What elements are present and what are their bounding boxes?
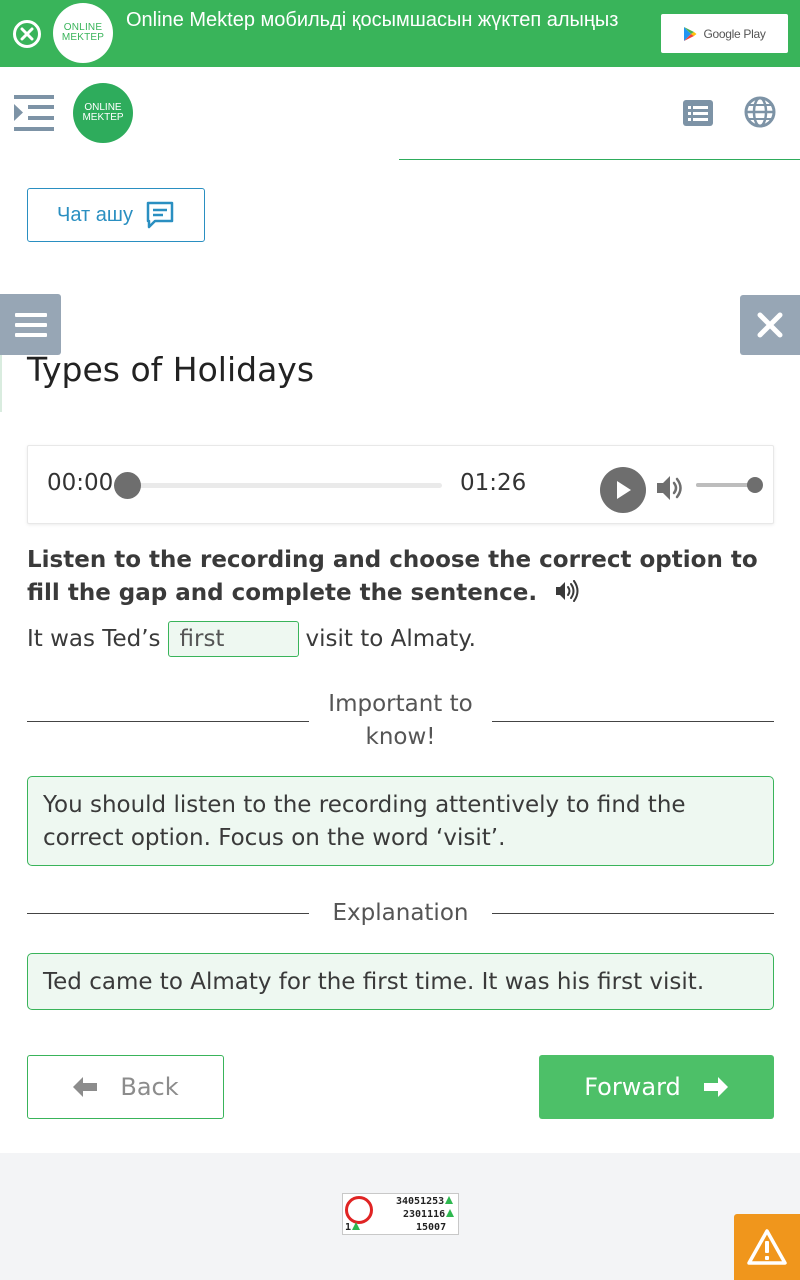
volume-track[interactable] xyxy=(696,483,754,487)
contents-list-button[interactable] xyxy=(682,97,714,129)
list-icon xyxy=(683,100,713,126)
volume-level xyxy=(696,483,754,487)
audio-player: 00:00 01:26 xyxy=(27,445,774,524)
sentence-before: It was Ted’s xyxy=(27,626,161,652)
divider-line-right xyxy=(492,721,774,722)
back-label: Back xyxy=(120,1073,179,1101)
up-triangle-icon xyxy=(446,1209,455,1217)
audio-progress-thumb[interactable] xyxy=(114,472,141,499)
arrow-left-icon xyxy=(73,1077,98,1097)
open-chat-button[interactable]: Чат ашу xyxy=(27,188,205,242)
counter-ring-icon xyxy=(345,1196,373,1224)
chat-icon xyxy=(146,201,174,229)
banner-text: Online Mektep мобильді қосымшасын жүктеп… xyxy=(126,9,619,31)
gap-answer-field[interactable]: first xyxy=(167,621,299,657)
site-logo[interactable]: ONLINE MEKTEP xyxy=(73,83,133,143)
hamburger-icon xyxy=(14,312,47,317)
counter-line2: 2301116 xyxy=(403,1209,455,1221)
site-logo-line2: MEKTEP xyxy=(82,112,124,123)
up-triangle-icon xyxy=(445,1196,454,1204)
task-sentence: It was Ted’s first visit to Almaty. xyxy=(27,621,476,657)
open-chat-label: Чат ашу xyxy=(57,203,133,226)
up-triangle-icon xyxy=(352,1222,361,1230)
visit-counter[interactable]: 34051253 2301116 15007 1 xyxy=(342,1193,459,1235)
lesson-menu-button[interactable] xyxy=(0,294,61,355)
audio-duration: 01:26 xyxy=(460,470,527,496)
volume-thumb[interactable] xyxy=(747,477,763,493)
divider-line-left xyxy=(27,721,309,722)
google-play-button[interactable]: Google Play xyxy=(661,14,788,53)
close-lesson-button[interactable] xyxy=(740,295,800,355)
sidebar-toggle-button[interactable] xyxy=(14,95,54,131)
report-issue-button[interactable] xyxy=(734,1214,800,1280)
forward-button[interactable]: Forward xyxy=(539,1055,774,1119)
explanation-title: Explanation xyxy=(332,900,469,926)
back-button[interactable]: Back xyxy=(27,1055,224,1119)
close-circle-icon xyxy=(20,27,34,41)
google-play-icon xyxy=(684,26,697,41)
forward-label: Forward xyxy=(584,1073,681,1101)
banner-logo-line2: MEKTEP xyxy=(61,32,105,43)
header-divider xyxy=(399,159,800,160)
left-accent-bar xyxy=(0,355,2,412)
important-box: You should listen to the recording atten… xyxy=(27,776,774,866)
close-icon xyxy=(757,312,783,338)
audio-progress-track[interactable] xyxy=(126,483,442,488)
arrow-right-icon xyxy=(703,1077,728,1097)
divider-line-right xyxy=(492,913,774,914)
volume-button[interactable] xyxy=(655,473,687,503)
speaker-icon[interactable] xyxy=(555,580,581,602)
lesson-title: Types of Holidays xyxy=(27,350,315,389)
globe-icon xyxy=(744,96,776,128)
counter-left: 1 xyxy=(345,1222,361,1234)
play-icon xyxy=(617,481,631,499)
play-button[interactable] xyxy=(600,467,646,513)
google-play-label: Google Play xyxy=(703,26,766,41)
volume-icon xyxy=(657,476,682,500)
divider-line-left xyxy=(27,913,309,914)
banner-close-button[interactable] xyxy=(13,20,41,48)
important-divider: Important to know! xyxy=(27,688,774,758)
counter-line3: 15007 xyxy=(416,1222,447,1233)
menu-indent-icon xyxy=(14,95,54,131)
task-instruction: Listen to the recording and choose the c… xyxy=(27,544,772,610)
app-download-banner: ONLINE MEKTEP Online Mektep мобильді қос… xyxy=(0,0,800,67)
warning-icon xyxy=(747,1229,787,1265)
important-title: Important to know! xyxy=(328,691,473,750)
explanation-box: Ted came to Almaty for the first time. I… xyxy=(27,953,774,1010)
banner-logo: ONLINE MEKTEP xyxy=(53,3,113,63)
task-instruction-text: Listen to the recording and choose the c… xyxy=(27,547,758,606)
language-button[interactable] xyxy=(744,96,776,128)
counter-line1: 34051253 xyxy=(396,1196,454,1208)
sentence-after: visit to Almaty. xyxy=(305,626,476,652)
explanation-divider: Explanation xyxy=(27,897,774,931)
audio-current-time: 00:00 xyxy=(47,470,114,496)
